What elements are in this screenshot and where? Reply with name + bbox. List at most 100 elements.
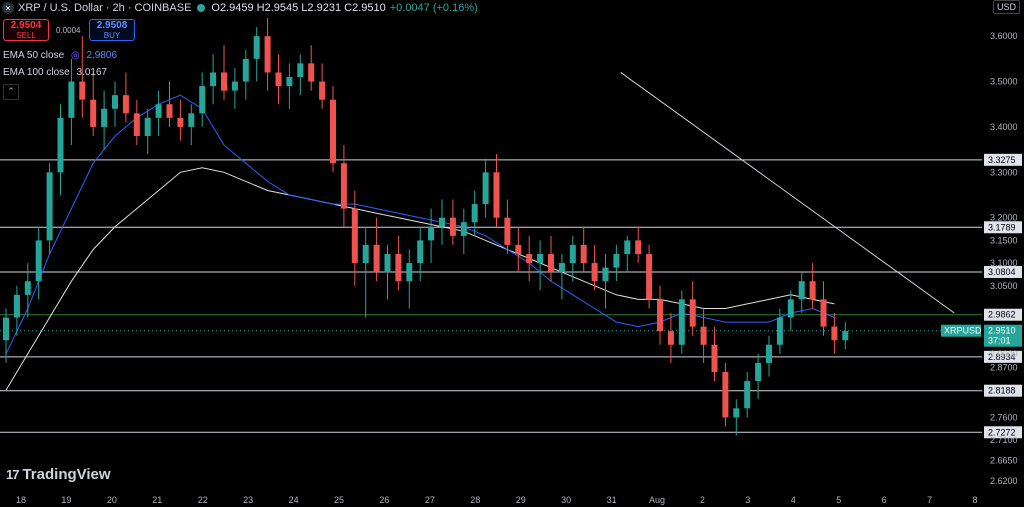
candle-body [635, 240, 642, 254]
candle-body [657, 299, 663, 332]
candle-body [580, 244, 587, 264]
currency-selector[interactable]: USD [992, 0, 1020, 14]
candle-body [504, 217, 511, 245]
level-label: 3.0804 [988, 267, 1016, 277]
symbol-tag: XRPUSD [944, 326, 982, 336]
sell-button[interactable]: 2.9504 SELL [3, 19, 49, 41]
buy-label: BUY [103, 31, 121, 40]
candle-body [558, 263, 565, 273]
horizontal-levels: 3.32753.17893.08042.89342.81882.72722.98… [0, 153, 1022, 439]
chart-header: ✕ XRP / U.S. Dollar · 2h · COINBASE O2.9… [0, 0, 478, 16]
level-label: 3.3275 [988, 155, 1016, 165]
candle-body [733, 408, 740, 418]
candle-body [133, 113, 140, 136]
support-label: 2.9862 [988, 310, 1016, 320]
eye-icon[interactable]: ◎ [71, 50, 80, 61]
candle-body [711, 344, 718, 372]
y-tick-label: 3.3000 [990, 167, 1018, 177]
candle-body [406, 263, 413, 282]
candle-body [35, 240, 42, 282]
x-tick-label: 3 [745, 495, 750, 505]
candle-body [798, 281, 805, 300]
candle-body [602, 267, 609, 282]
candle-body [493, 172, 500, 218]
candle-body [122, 95, 129, 114]
x-tick-label: 18 [16, 495, 26, 505]
y-tick-label: 3.1000 [990, 258, 1018, 268]
symbol-title[interactable]: XRP / U.S. Dollar · 2h · COINBASE [18, 2, 191, 14]
candle-body [286, 77, 293, 87]
candle-body [373, 244, 380, 273]
candle-body [537, 254, 544, 264]
trendline-segment [620, 72, 955, 314]
candle-body [155, 104, 162, 118]
candle-body [3, 317, 9, 341]
x-tick-label: 21 [152, 495, 162, 505]
candle-body [439, 217, 445, 227]
candle-body [242, 58, 249, 82]
candle-body [646, 254, 653, 300]
candle-body [722, 372, 729, 418]
candle-body [776, 317, 783, 345]
y-tick-label: 2.6200 [990, 476, 1018, 486]
candle-body [264, 36, 271, 73]
candle-body [428, 226, 435, 241]
y-tick-label: 3.6000 [990, 31, 1018, 41]
candle-body [548, 254, 554, 273]
x-tick-label: 25 [334, 495, 344, 505]
close-icon[interactable]: ✕ [2, 2, 14, 14]
x-tick-label: 4 [791, 495, 796, 505]
indicator-ema100[interactable]: EMA 100 close 3.0167 [3, 67, 107, 78]
candle-body [787, 299, 794, 318]
x-tick-label: 6 [882, 495, 887, 505]
x-tick-label: 31 [607, 495, 617, 505]
x-tick-label: 24 [289, 495, 299, 505]
candle-body [351, 208, 358, 264]
candle-body [57, 117, 64, 173]
y-tick-label: 2.9000 [990, 349, 1018, 359]
x-tick-label: 22 [198, 495, 208, 505]
buy-price: 2.9508 [96, 20, 128, 31]
y-tick-label: 3.1500 [990, 235, 1018, 245]
candle-body [319, 81, 326, 100]
candle-body [613, 254, 620, 268]
candle-body [471, 204, 478, 223]
candle-body [221, 72, 227, 91]
candle-body [166, 104, 173, 118]
candle-body [24, 281, 31, 295]
buy-button[interactable]: 2.9508 BUY [89, 19, 135, 41]
candle-body [384, 254, 391, 273]
x-tick-label: Aug [649, 495, 665, 505]
indicator-value: 3.0167 [76, 67, 108, 78]
candle-body [689, 299, 696, 327]
ohlc-values: O2.9459 H2.9545 L2.9231 C2.9510 [211, 2, 386, 14]
tradingview-logo: 17 TradingView [6, 466, 111, 483]
candle-body [101, 108, 108, 127]
candle-body [417, 240, 424, 264]
indicator-ema50[interactable]: EMA 50 close ◎ 2.9806 [3, 50, 117, 61]
candle-body [515, 244, 522, 254]
price-chart[interactable]: 3.32753.17893.08042.89342.81882.72722.98… [0, 0, 1024, 507]
candle-body [253, 36, 260, 59]
x-tick-label: 7 [927, 495, 932, 505]
y-tick-label: 3.5000 [990, 77, 1018, 87]
candle-body [820, 299, 827, 327]
x-tick-label: 20 [107, 495, 117, 505]
candle-body [755, 362, 762, 382]
candle-body [13, 294, 20, 318]
candle-body [744, 381, 751, 409]
sell-label: SELL [16, 31, 36, 40]
candle-body [210, 72, 217, 87]
candle-body [275, 72, 282, 87]
y-tick-label: 2.8700 [990, 362, 1018, 372]
candle-body [667, 331, 674, 345]
market-open-icon [197, 4, 206, 12]
indicator-label: EMA 100 close [3, 67, 70, 78]
collapse-legend-icon[interactable]: ⌃ [3, 84, 19, 100]
candle-body [144, 117, 151, 136]
candle-body [449, 217, 456, 236]
candle-body [460, 222, 467, 236]
candle-body [624, 240, 631, 254]
candle-body [766, 344, 772, 363]
candle-body [362, 244, 369, 264]
